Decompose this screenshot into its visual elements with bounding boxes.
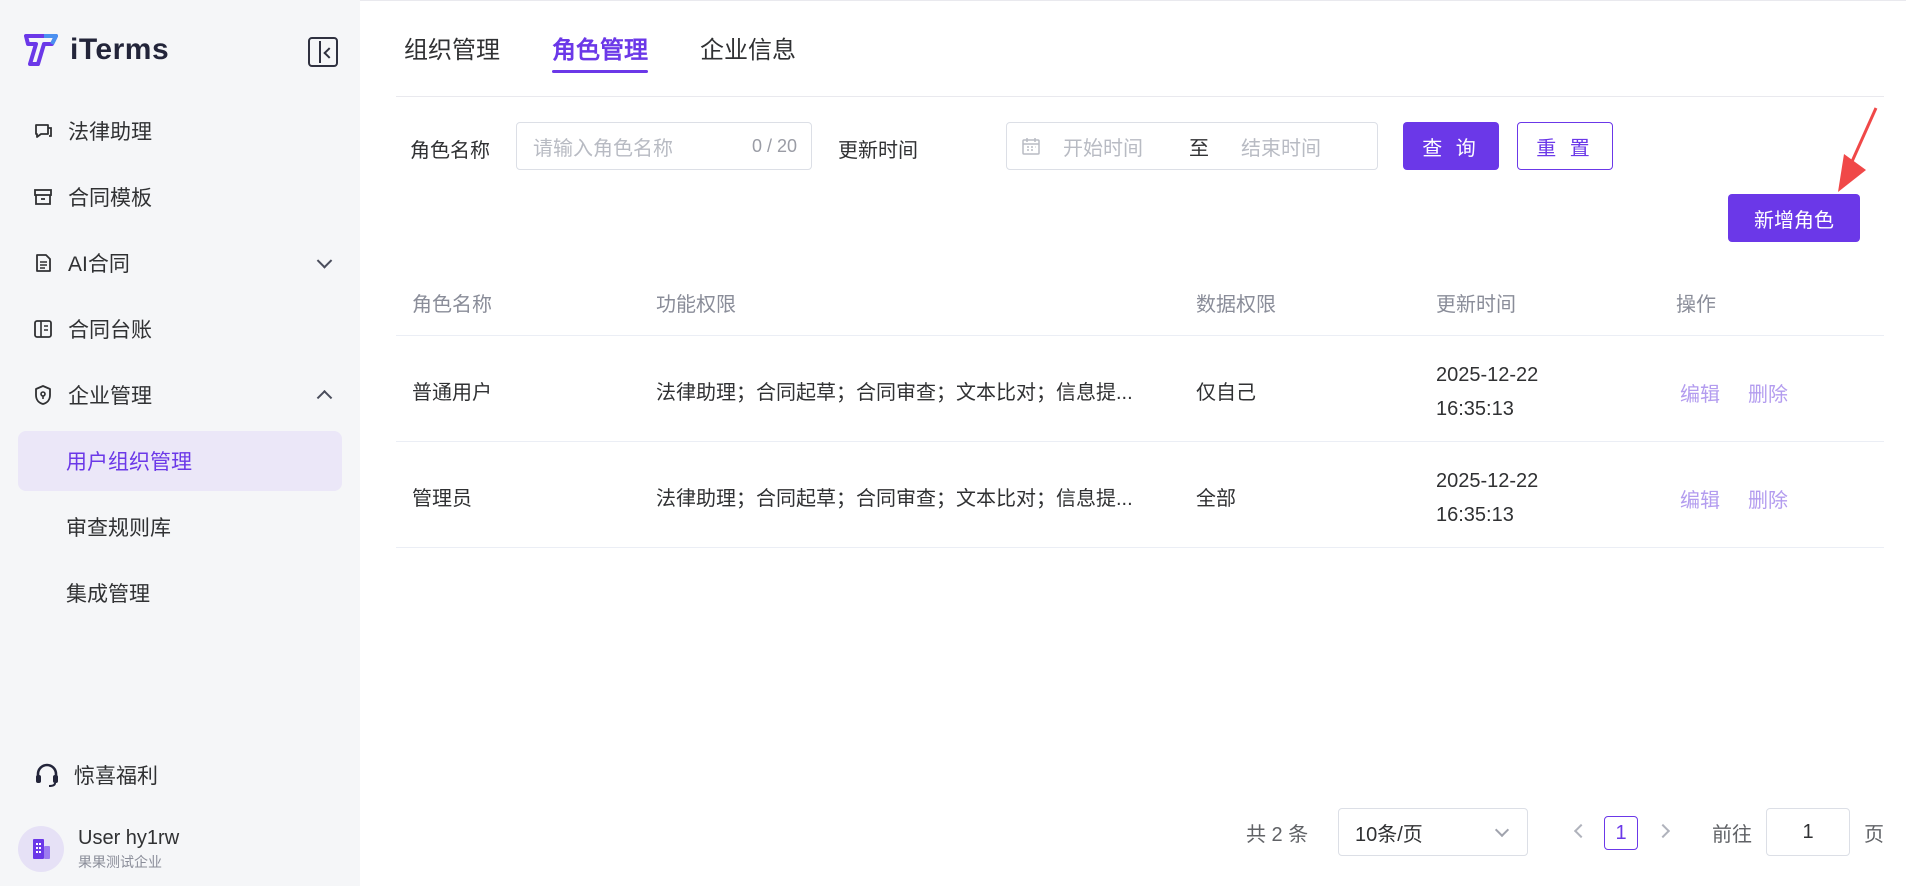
edit-button[interactable]: 编辑 bbox=[1680, 484, 1720, 513]
chevron-down-icon bbox=[316, 253, 333, 269]
divider bbox=[396, 96, 1884, 97]
sidebar: iTerms 法律助理 合同模板 AI合同 合同台账 企业管理 用户组织管理 审… bbox=[0, 0, 360, 886]
sidebar-subitem-integration-management[interactable]: 集成管理 bbox=[0, 560, 360, 626]
page-size-select[interactable]: 10条/页 bbox=[1338, 808, 1528, 856]
building-icon bbox=[33, 839, 50, 859]
updated-date: 2025-12-22 bbox=[1436, 364, 1539, 386]
pagination-total: 共 2 条 bbox=[1246, 824, 1309, 846]
delete-button[interactable]: 删除 bbox=[1748, 484, 1788, 513]
chevron-up-icon bbox=[316, 389, 333, 406]
update-time-label: 更新时间 bbox=[838, 140, 918, 162]
collapse-sidebar-button[interactable] bbox=[308, 37, 338, 67]
table-header: 角色名称 功能权限 数据权限 更新时间 操作 bbox=[396, 272, 1884, 336]
role-name-label: 角色名称 bbox=[410, 140, 490, 162]
functions-cell: 法律助理；合同起草；合同审查；文本比对；信息提... bbox=[656, 382, 1133, 404]
date-range-picker[interactable]: 开始时间 至 结束时间 bbox=[1006, 122, 1378, 170]
page-size-value: 10条/页 bbox=[1355, 823, 1423, 846]
sidebar-item-label: 法律助理 bbox=[68, 121, 152, 144]
sidebar-item-contract-ledger[interactable]: 合同台账 bbox=[0, 296, 360, 362]
start-time-placeholder: 开始时间 bbox=[1063, 137, 1143, 160]
user-profile[interactable]: User hy1rw 果果测试企业 bbox=[18, 826, 179, 872]
sidebar-item-label: AI合同 bbox=[68, 253, 130, 276]
main-content: 组织管理 角色管理 企业信息 角色名称 请输入角色名称 0 / 20 更新时间 … bbox=[360, 0, 1906, 886]
shield-icon bbox=[32, 384, 54, 406]
document-icon bbox=[32, 252, 54, 274]
avatar bbox=[18, 826, 64, 872]
end-time-placeholder: 结束时间 bbox=[1241, 137, 1321, 160]
sidebar-subitem-user-org-management[interactable]: 用户组织管理 bbox=[18, 431, 342, 491]
sidebar-item-enterprise-management[interactable]: 企业管理 bbox=[0, 362, 360, 428]
iterms-logo-icon bbox=[24, 34, 58, 66]
calendar-icon bbox=[1022, 138, 1040, 155]
tab-bar: 组织管理 角色管理 企业信息 bbox=[404, 30, 848, 73]
query-button[interactable]: 查 询 bbox=[1403, 122, 1499, 170]
updated-clock: 16:35:13 bbox=[1436, 398, 1514, 420]
role-name-cell: 普通用户 bbox=[412, 382, 492, 404]
brand-name: iTerms bbox=[70, 33, 170, 66]
ledger-icon bbox=[32, 318, 54, 340]
user-org: 果果测试企业 bbox=[78, 853, 162, 870]
user-name: User hy1rw bbox=[78, 826, 180, 849]
app: iTerms 法律助理 合同模板 AI合同 合同台账 企业管理 用户组织管理 审… bbox=[0, 0, 1906, 886]
tab-enterprise-info[interactable]: 企业信息 bbox=[700, 30, 796, 72]
column-header: 更新时间 bbox=[1436, 294, 1516, 316]
tab-role-management[interactable]: 角色管理 bbox=[552, 30, 648, 73]
column-header: 角色名称 bbox=[412, 294, 492, 316]
updated-time-cell: 2025-12-22 16:35:13 bbox=[1436, 464, 1538, 532]
sidebar-item-contract-templates[interactable]: 合同模板 bbox=[0, 164, 360, 230]
role-name-input[interactable]: 请输入角色名称 0 / 20 bbox=[516, 122, 812, 170]
chevron-down-icon bbox=[1494, 822, 1510, 838]
sidebar-item-label: 合同台账 bbox=[68, 319, 152, 342]
reset-button[interactable]: 重 置 bbox=[1517, 122, 1613, 170]
delete-button[interactable]: 删除 bbox=[1748, 378, 1788, 407]
table-row: 普通用户 法律助理；合同起草；合同审查；文本比对；信息提... 仅自己 2025… bbox=[396, 336, 1884, 442]
sidebar-item-ai-contract[interactable]: AI合同 bbox=[0, 230, 360, 296]
edit-button[interactable]: 编辑 bbox=[1680, 378, 1720, 407]
sidebar-item-legal-assistant[interactable]: 法律助理 bbox=[0, 98, 360, 164]
column-header: 操作 bbox=[1676, 294, 1716, 316]
headset-icon bbox=[36, 763, 58, 787]
divider bbox=[360, 0, 1906, 1]
surprise-bonus-link[interactable]: 惊喜福利 bbox=[34, 760, 158, 790]
annotation-arrow-icon bbox=[1838, 107, 1878, 192]
chat-icon bbox=[32, 120, 54, 142]
updated-date: 2025-12-22 bbox=[1436, 470, 1539, 492]
goto-unit-label: 页 bbox=[1864, 824, 1884, 846]
column-header: 数据权限 bbox=[1196, 294, 1276, 316]
role-name-cell: 管理员 bbox=[412, 488, 472, 510]
sidebar-subitem-review-rules[interactable]: 审查规则库 bbox=[0, 494, 360, 560]
sidebar-nav: 法律助理 合同模板 AI合同 合同台账 企业管理 用户组织管理 审查规则库 集成… bbox=[0, 98, 360, 626]
bonus-label: 惊喜福利 bbox=[74, 765, 158, 788]
data-scope-cell: 全部 bbox=[1196, 488, 1236, 510]
page-number-button[interactable]: 1 bbox=[1604, 816, 1638, 850]
tab-organization-management[interactable]: 组织管理 bbox=[404, 30, 500, 72]
roles-table: 角色名称 功能权限 数据权限 更新时间 操作 普通用户 法律助理；合同起草；合同… bbox=[396, 272, 1884, 548]
add-role-button[interactable]: 新增角色 bbox=[1728, 194, 1860, 242]
sidebar-item-label: 企业管理 bbox=[68, 385, 152, 408]
prev-page-icon[interactable] bbox=[1573, 823, 1589, 839]
archive-icon bbox=[32, 186, 54, 208]
char-count: 0 / 20 bbox=[751, 136, 797, 156]
next-page-icon[interactable] bbox=[1655, 823, 1671, 839]
updated-clock: 16:35:13 bbox=[1436, 504, 1514, 526]
table-row: 管理员 法律助理；合同起草；合同审查；文本比对；信息提... 全部 2025-1… bbox=[396, 442, 1884, 548]
updated-time-cell: 2025-12-22 16:35:13 bbox=[1436, 358, 1538, 426]
logo: iTerms bbox=[22, 32, 169, 68]
data-scope-cell: 仅自己 bbox=[1196, 382, 1256, 404]
user-info: User hy1rw 果果测试企业 bbox=[78, 827, 179, 872]
range-separator: 至 bbox=[1189, 137, 1209, 160]
goto-page-input[interactable]: 1 bbox=[1766, 808, 1850, 856]
column-header: 功能权限 bbox=[656, 294, 736, 316]
goto-label: 前往 bbox=[1712, 824, 1752, 846]
sidebar-item-label: 合同模板 bbox=[68, 187, 152, 210]
functions-cell: 法律助理；合同起草；合同审查；文本比对；信息提... bbox=[656, 488, 1133, 510]
role-name-placeholder: 请输入角色名称 bbox=[533, 137, 673, 160]
